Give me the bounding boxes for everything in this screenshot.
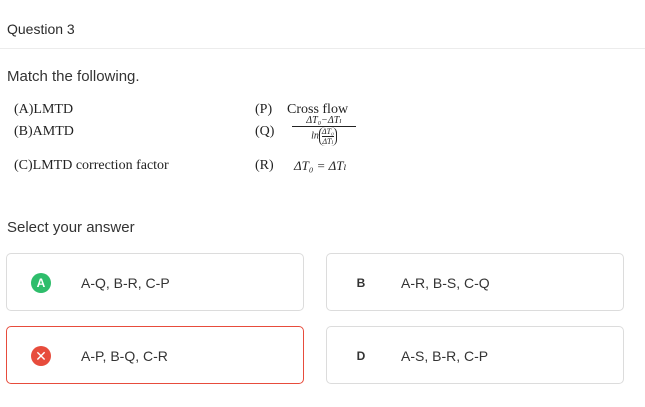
option-d-badge: D <box>356 349 366 363</box>
match-right-r-equation: ΔT₀ = ΔTₗ <box>294 158 347 173</box>
lmtd-formula-ln: ln <box>311 130 319 142</box>
match-left-b: (B)AMTD <box>14 124 74 139</box>
match-right-p-tag: (P) <box>255 102 273 117</box>
answer-option-a[interactable]: A A-Q, B-R, C-P <box>6 253 304 311</box>
match-left-a: (A)LMTD <box>14 102 74 117</box>
lmtd-formula: ΔT₀−ΔTₗ ln ΔT₀ ΔTₗ <box>292 115 356 146</box>
lmtd-formula-numerator: ΔT₀−ΔTₗ <box>292 115 356 127</box>
option-a-badge: A <box>31 273 51 293</box>
match-right-q-tag: (Q) <box>255 124 275 139</box>
wrong-x-icon: ✕ <box>31 346 51 366</box>
lmtd-formula-ratio-num: ΔT₀ <box>321 127 334 137</box>
option-d-text: A-S, B-R, C-P <box>401 348 489 364</box>
match-right-r-tag: (R) <box>255 158 274 173</box>
lmtd-formula-ratio: ΔT₀ ΔTₗ <box>318 127 337 146</box>
match-table: (A)LMTD (B)AMTD (C)LMTD correction facto… <box>0 0 645 200</box>
option-b-text: A-R, B-S, C-Q <box>401 275 490 291</box>
answer-option-c[interactable]: ✕ A-P, B-Q, C-R <box>6 326 304 384</box>
match-left-c: (C)LMTD correction factor <box>14 158 169 173</box>
lmtd-formula-ratio-den: ΔTₗ <box>322 137 334 146</box>
lmtd-formula-denominator: ln ΔT₀ ΔTₗ <box>292 127 356 146</box>
option-c-text: A-P, B-Q, C-R <box>81 348 168 364</box>
option-b-badge: B <box>356 276 366 290</box>
answer-option-b[interactable]: B A-R, B-S, C-Q <box>326 253 624 311</box>
select-answer-label: Select your answer <box>7 219 135 236</box>
answer-option-d[interactable]: D A-S, B-R, C-P <box>326 326 624 384</box>
option-a-text: A-Q, B-R, C-P <box>81 275 170 291</box>
